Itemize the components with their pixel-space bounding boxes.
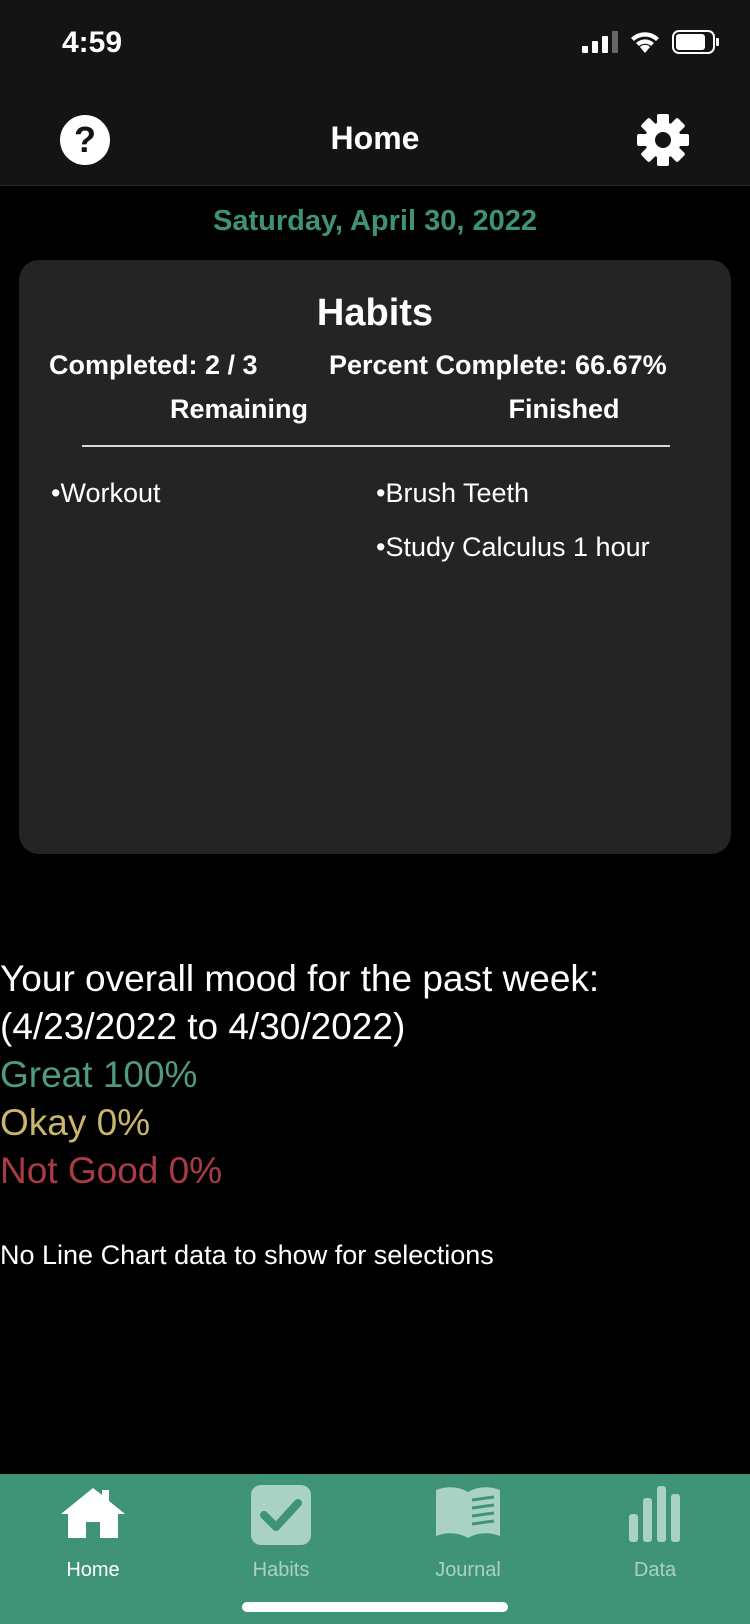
status-time: 4:59: [62, 26, 123, 59]
tab-habits[interactable]: Habits: [206, 1484, 356, 1581]
remaining-habit-item: •Workout: [51, 478, 161, 508]
tab-bar: Home Habits Journal Data: [0, 1474, 750, 1624]
home-indicator: [242, 1602, 508, 1612]
status-icons: [582, 30, 720, 54]
settings-button[interactable]: [636, 113, 690, 167]
tab-home[interactable]: Home: [18, 1484, 168, 1581]
tab-data[interactable]: Data: [580, 1484, 730, 1581]
mood-heading: Your overall mood for the past week:: [0, 958, 600, 999]
mood-summary: Your overall mood for the past week: (4/…: [0, 955, 599, 1195]
book-icon: [436, 1487, 500, 1538]
checkbox-icon: [251, 1485, 311, 1545]
completed-count: Completed: 2 / 3: [49, 350, 258, 380]
tab-habits-label: Habits: [252, 1559, 310, 1581]
habits-card-title: Habits: [316, 292, 434, 334]
signal-icon: [582, 31, 618, 53]
tab-journal[interactable]: Journal: [393, 1484, 543, 1581]
gear-icon: [637, 114, 689, 166]
percent-complete: Percent Complete: 66.67%: [329, 350, 667, 380]
house-icon: [61, 1488, 125, 1538]
tab-home-label: Home: [66, 1559, 120, 1581]
divider: [82, 445, 670, 447]
current-date: Saturday, April 30, 2022: [213, 205, 537, 237]
mood-date-range: (4/23/2022 to 4/30/2022): [0, 1006, 406, 1047]
line-chart-empty-message: No Line Chart data to show for selection…: [0, 1240, 494, 1270]
nav-bar: ? Home: [0, 90, 750, 186]
tab-journal-label: Journal: [435, 1559, 501, 1581]
finished-header: Finished: [508, 394, 620, 424]
mood-not-good: Not Good 0%: [0, 1150, 223, 1191]
habits-card: Habits Completed: 2 / 3 Percent Complete…: [19, 260, 731, 854]
remaining-list: •Workout: [51, 478, 161, 532]
mood-okay: Okay 0%: [0, 1102, 151, 1143]
finished-habit-item: •Brush Teeth: [376, 478, 530, 508]
mood-great: Great 100%: [0, 1054, 198, 1095]
finished-habit-item: •Study Calculus 1 hour: [376, 532, 650, 562]
bar-chart-icon: [629, 1486, 680, 1542]
finished-list: •Brush Teeth •Study Calculus 1 hour: [376, 478, 650, 586]
battery-icon: [672, 30, 719, 54]
tab-data-label: Data: [633, 1559, 677, 1581]
wifi-icon: [631, 32, 659, 53]
remaining-header: Remaining: [169, 394, 309, 424]
status-bar: 4:59: [0, 0, 750, 90]
